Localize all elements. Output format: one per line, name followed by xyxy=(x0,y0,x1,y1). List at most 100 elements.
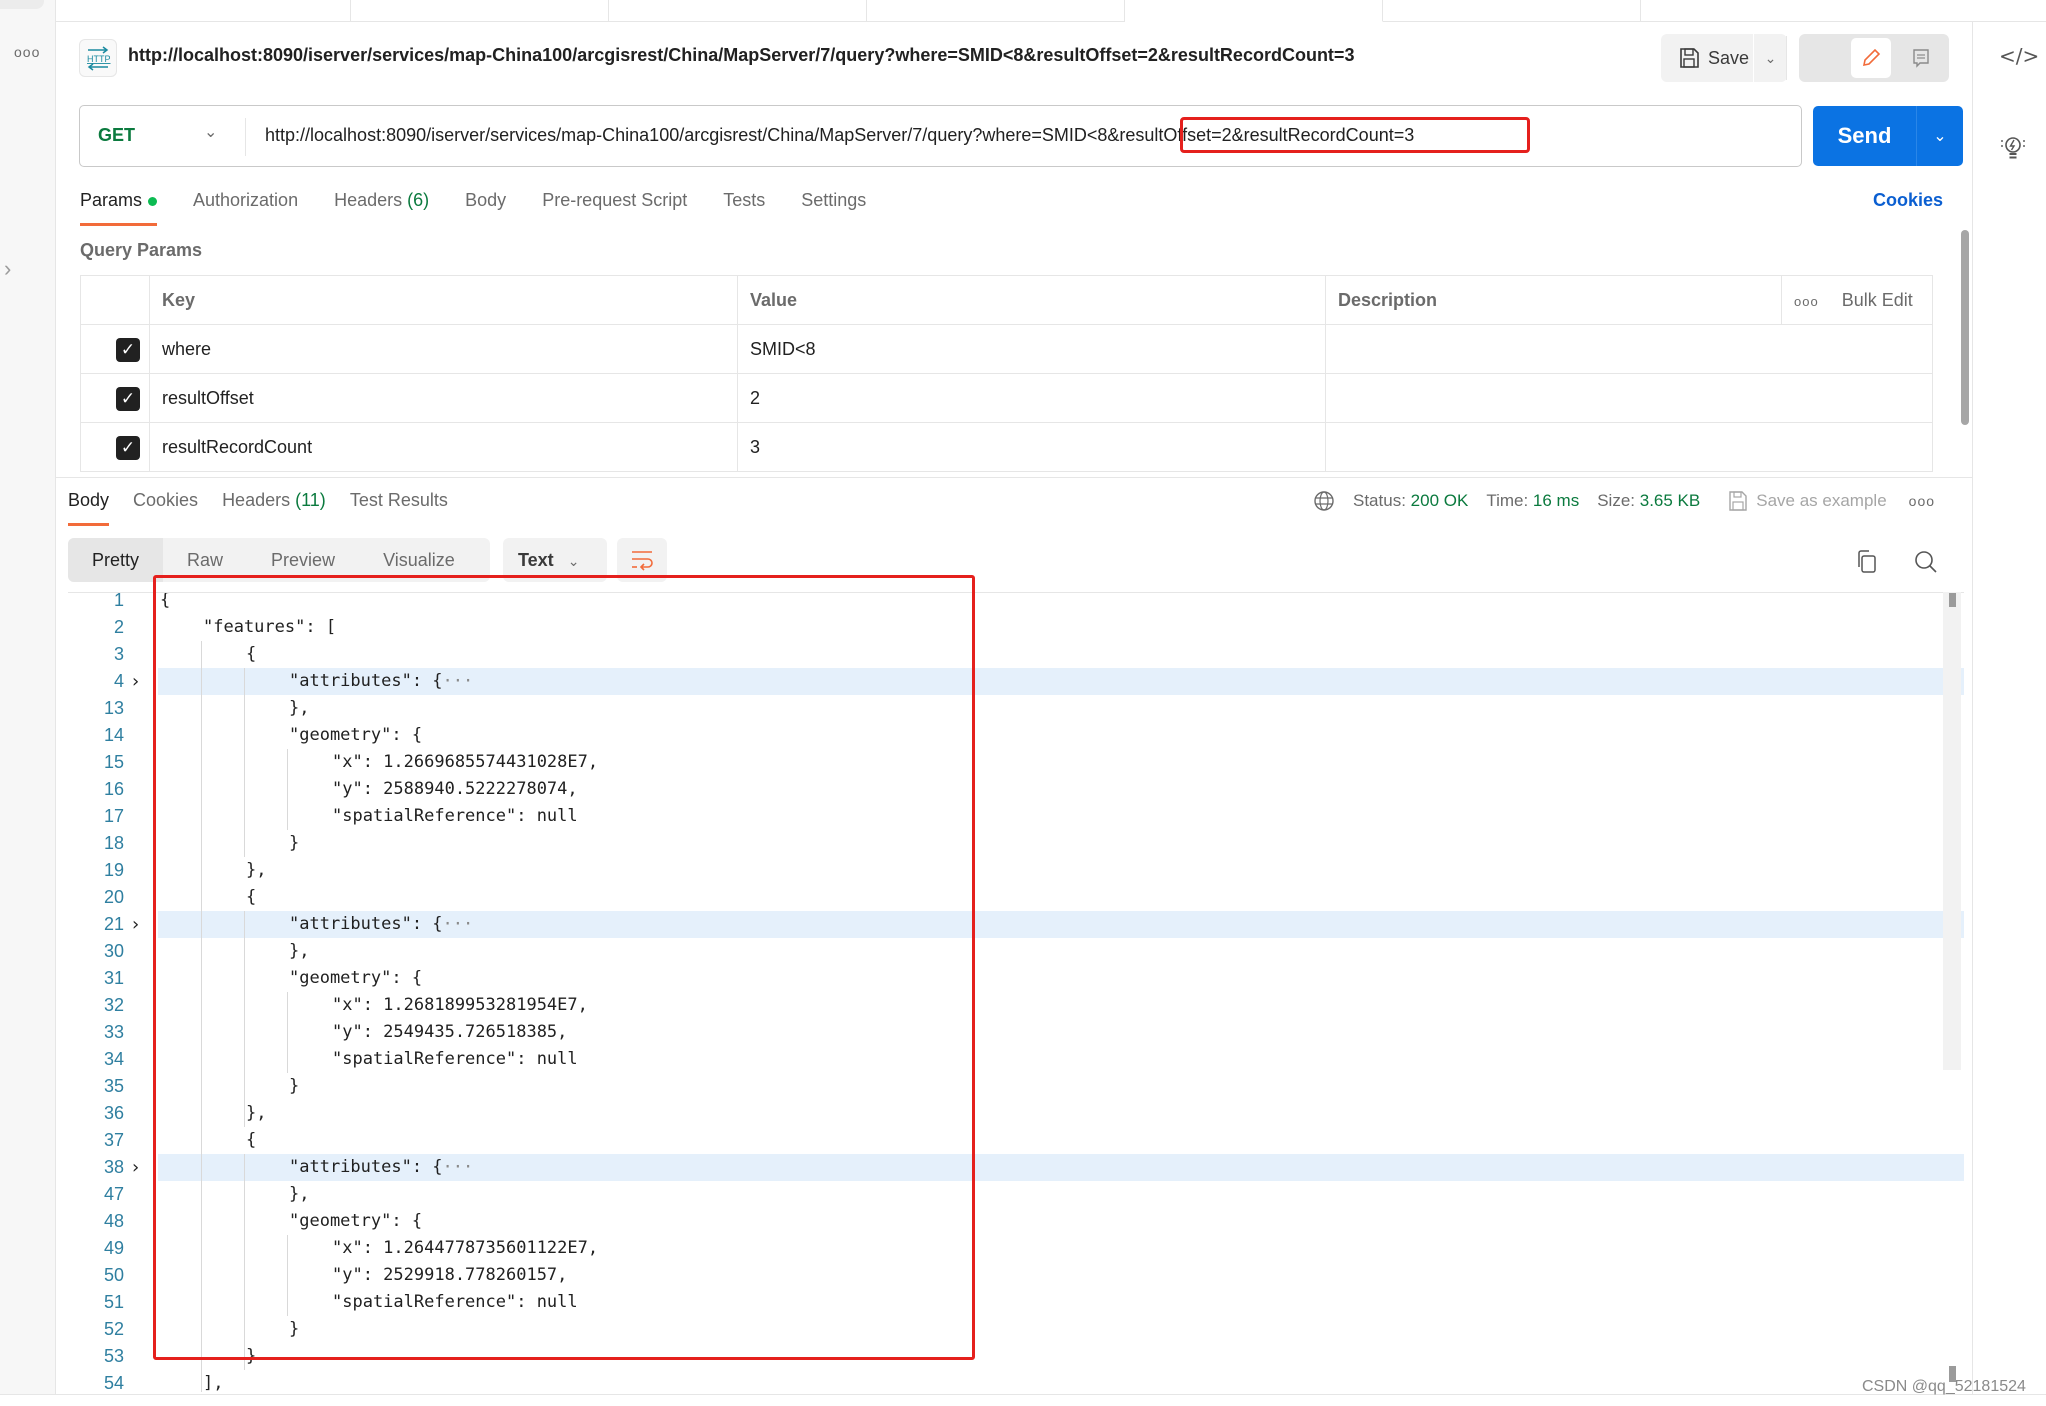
tab-response-body[interactable]: Body xyxy=(68,490,110,526)
param-checkbox[interactable]: ✓ xyxy=(116,436,140,460)
code-text: "spatialReference": null xyxy=(332,1046,578,1073)
search-icon[interactable] xyxy=(1913,549,1939,575)
request-name[interactable]: http://localhost:8090/iserver/services/m… xyxy=(128,45,1354,66)
globe-icon[interactable] xyxy=(1313,490,1335,512)
status-value[interactable]: 200 OK xyxy=(1411,491,1469,511)
response-body-editor[interactable]: 1{2 "features": [3{4 › "attributes": {··· 13… xyxy=(68,592,1964,1392)
fold-chevron-icon[interactable]: › xyxy=(132,1154,139,1181)
more-horizontal-icon[interactable]: ooo xyxy=(1909,493,1935,509)
fold-chevron-icon[interactable]: › xyxy=(132,911,139,938)
line-number: 35 xyxy=(103,1076,124,1096)
code-text: "features": [ xyxy=(203,614,336,641)
format-select[interactable]: Text ⌄ xyxy=(503,538,607,582)
param-key[interactable]: where xyxy=(149,325,737,374)
checkbox-cell: ✓ xyxy=(81,374,149,423)
lightbulb-icon[interactable] xyxy=(1999,134,2027,164)
param-description[interactable] xyxy=(1325,325,1933,374)
folded-ellipsis[interactable]: ··· xyxy=(443,914,474,934)
line-number: 48 xyxy=(103,1211,124,1231)
save-options-button[interactable]: ⌄ xyxy=(1753,34,1787,82)
divider xyxy=(245,118,246,156)
save-as-example-button[interactable]: Save as example xyxy=(1728,490,1887,512)
tab-pre-request-script[interactable]: Pre-request Script xyxy=(542,190,687,226)
editor-scroll-thumb[interactable] xyxy=(1949,593,1956,607)
param-key[interactable]: resultOffset xyxy=(149,374,737,423)
open-tab[interactable] xyxy=(1383,0,1641,22)
code-snippet-icon[interactable]: </> xyxy=(1999,44,2039,68)
code-line: 15 "x": 1.2669685574431028E7, xyxy=(68,749,1964,776)
tab-params[interactable]: Params xyxy=(80,190,158,226)
bulk-edit-button[interactable]: Bulk Edit xyxy=(1842,290,1913,310)
method-select[interactable]: GET xyxy=(98,125,135,146)
chevron-down-icon[interactable]: ⌄ xyxy=(1917,126,1963,146)
folded-ellipsis[interactable]: ··· xyxy=(443,1157,474,1177)
param-checkbox[interactable]: ✓ xyxy=(116,338,140,362)
code-content: "geometry": { xyxy=(289,1211,423,1231)
checkbox-cell: ✓ xyxy=(81,325,149,374)
send-button[interactable]: Send ⌄ xyxy=(1813,106,1963,166)
more-horizontal-icon[interactable]: ooo xyxy=(1794,294,1819,309)
param-description[interactable] xyxy=(1325,374,1933,423)
view-raw[interactable]: Raw xyxy=(163,538,247,582)
wrap-lines-button[interactable] xyxy=(617,538,667,582)
open-tab[interactable] xyxy=(609,0,867,22)
size-value[interactable]: 3.65 KB xyxy=(1640,491,1701,511)
code-text: "attributes": {··· xyxy=(289,911,473,938)
line-number: 17 xyxy=(103,806,124,826)
save-as-example-label: Save as example xyxy=(1756,491,1887,510)
code-line: 16 "y": 2588940.5222278074, xyxy=(68,776,1964,803)
fold-chevron-icon[interactable]: › xyxy=(132,668,139,695)
line-number: 36 xyxy=(103,1103,124,1123)
chevron-right-icon[interactable]: › xyxy=(4,256,11,282)
code-content: }, xyxy=(246,1103,267,1123)
line-number: 18 xyxy=(103,833,124,853)
sidebar-tab-pill[interactable] xyxy=(0,0,44,9)
code-line: 30}, xyxy=(68,938,1964,965)
open-tab[interactable] xyxy=(351,0,609,22)
tab-authorization[interactable]: Authorization xyxy=(193,190,298,226)
copy-icon[interactable] xyxy=(1855,549,1879,575)
edit-mode-button[interactable] xyxy=(1851,38,1891,78)
cookies-link[interactable]: Cookies xyxy=(1873,190,1943,211)
tab-settings[interactable]: Settings xyxy=(801,190,866,226)
param-checkbox[interactable]: ✓ xyxy=(116,387,140,411)
code-line: 20 { xyxy=(68,884,1964,911)
indent-guide xyxy=(201,641,202,1392)
chevron-down-icon[interactable]: ⌄ xyxy=(204,122,217,142)
view-visualize[interactable]: Visualize xyxy=(359,538,479,582)
line-number: 30 xyxy=(103,941,124,961)
view-preview[interactable]: Preview xyxy=(247,538,359,582)
code-line: 18} xyxy=(68,830,1964,857)
pane-divider[interactable] xyxy=(56,477,1972,478)
code-content: "attributes": { xyxy=(289,914,443,934)
open-tab[interactable] xyxy=(867,0,1125,22)
tab-response-cookies[interactable]: Cookies xyxy=(133,490,198,511)
tab-tests[interactable]: Tests xyxy=(723,190,765,226)
params-scrollbar[interactable] xyxy=(1961,230,1969,425)
open-tab[interactable] xyxy=(56,0,351,22)
documentation-mode-button[interactable] xyxy=(1899,34,1943,82)
view-pretty[interactable]: Pretty xyxy=(68,538,164,582)
param-description[interactable] xyxy=(1325,423,1933,472)
line-number: 4 xyxy=(68,668,124,695)
time-value[interactable]: 16 ms xyxy=(1533,491,1579,511)
table-row: ✓ resultOffset 2 xyxy=(81,374,1932,423)
param-value[interactable]: SMID<8 xyxy=(737,325,1325,374)
editor-scrollbar[interactable] xyxy=(1943,592,1961,1070)
tab-headers[interactable]: Headers (6) xyxy=(334,190,429,226)
param-value[interactable]: 3 xyxy=(737,423,1325,472)
table-row: ✓ where SMID<8 xyxy=(81,325,1932,374)
param-key[interactable]: resultRecordCount xyxy=(149,423,737,472)
open-tab-active[interactable] xyxy=(1125,0,1383,22)
tab-test-results[interactable]: Test Results xyxy=(350,490,448,511)
more-horizontal-icon[interactable]: ooo xyxy=(14,44,40,60)
code-text: { xyxy=(246,1127,256,1154)
folded-ellipsis[interactable]: ··· xyxy=(443,671,474,691)
code-line: 17 "spatialReference": null xyxy=(68,803,1964,830)
line-number: 15 xyxy=(103,752,124,772)
tab-body[interactable]: Body xyxy=(465,190,506,226)
url-input[interactable]: http://localhost:8090/iserver/services/m… xyxy=(265,125,1414,146)
code-line: 3{ xyxy=(68,641,1964,668)
param-value[interactable]: 2 xyxy=(737,374,1325,423)
tab-response-headers[interactable]: Headers (11) xyxy=(222,490,326,511)
